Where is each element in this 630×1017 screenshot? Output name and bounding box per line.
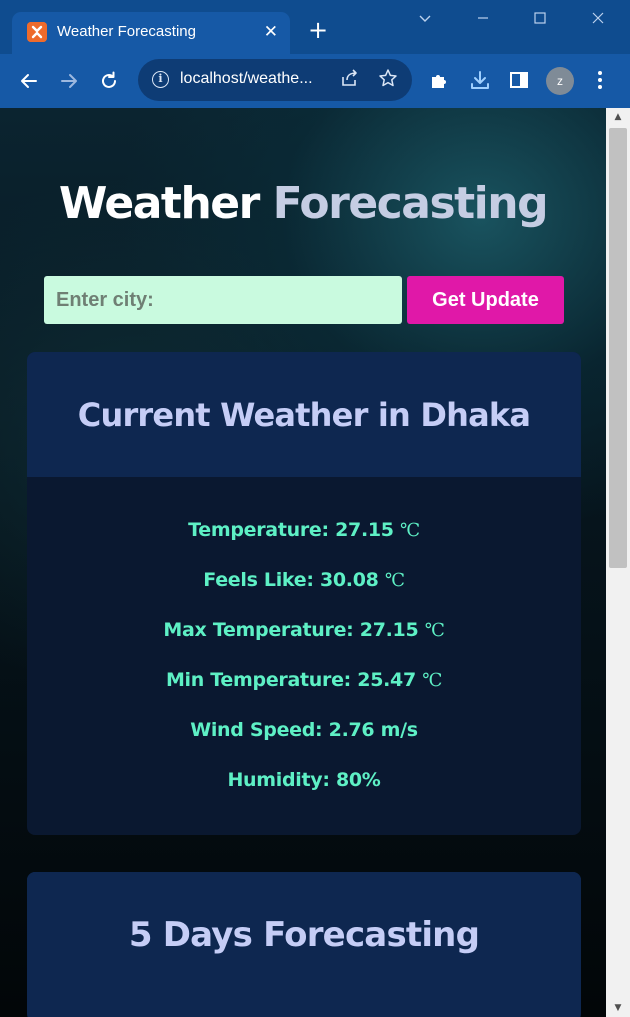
scrollbar-thumb[interactable] xyxy=(609,128,627,568)
forward-arrow-icon[interactable] xyxy=(56,68,82,94)
tab-search-chevron-icon[interactable] xyxy=(418,10,432,30)
window-close-icon[interactable] xyxy=(591,10,605,30)
browser-toolbar: i localhost/weathe... z xyxy=(0,54,630,108)
side-panel-icon[interactable] xyxy=(506,67,532,98)
xampp-favicon-icon xyxy=(27,22,47,42)
current-weather-card: Current Weather in Dhaka Temperature: 27… xyxy=(27,352,581,835)
page-title-part2: Forecasting xyxy=(272,178,549,229)
forecast-card: 5 Days Forecasting xyxy=(27,872,581,1017)
feels-like-row: Feels Like: 30.08 ℃ xyxy=(27,569,581,619)
current-weather-header: Current Weather in Dhaka xyxy=(27,352,581,477)
temperature-text: Temperature: 27.15 xyxy=(188,519,394,541)
get-update-button[interactable]: Get Update xyxy=(407,276,564,324)
page-title-part1: Weather xyxy=(58,178,260,229)
page-viewport: Weather Forecasting Get Update Current W… xyxy=(0,108,606,1017)
min-temperature-row: Min Temperature: 25.47 ℃ xyxy=(27,669,581,719)
city-search-input[interactable] xyxy=(44,276,402,324)
address-bar[interactable]: i localhost/weathe... xyxy=(138,59,412,101)
humidity-row: Humidity: 80% xyxy=(27,769,581,819)
weather-details-list: Temperature: 27.15 ℃ Feels Like: 30.08 ℃… xyxy=(27,477,581,819)
download-icon[interactable] xyxy=(467,67,493,99)
page-title: Weather Forecasting xyxy=(0,178,606,229)
forecast-header: 5 Days Forecasting xyxy=(27,872,581,997)
browser-tab[interactable]: Weather Forecasting ✕ xyxy=(12,12,290,54)
reload-icon[interactable] xyxy=(96,68,122,94)
humidity-text: Humidity: 80% xyxy=(227,769,381,791)
new-tab-icon[interactable]: + xyxy=(308,18,328,42)
site-info-icon[interactable]: i xyxy=(152,71,169,88)
min-temperature-text: Min Temperature: 25.47 xyxy=(165,669,416,691)
back-arrow-icon[interactable] xyxy=(16,68,42,94)
profile-avatar[interactable]: z xyxy=(546,67,574,95)
share-icon[interactable] xyxy=(340,68,360,94)
tab-title: Weather Forecasting xyxy=(57,23,196,40)
url-text[interactable]: localhost/weathe... xyxy=(180,70,313,88)
menu-kebab-icon[interactable] xyxy=(587,67,613,98)
bookmark-star-icon[interactable] xyxy=(378,68,398,94)
celsius-unit: ℃ xyxy=(400,520,420,541)
celsius-unit: ℃ xyxy=(424,620,445,641)
vertical-scrollbar[interactable]: ▲ ▼ xyxy=(606,108,630,1017)
maximize-icon[interactable] xyxy=(533,10,547,30)
extensions-puzzle-icon[interactable] xyxy=(426,67,452,98)
scroll-up-arrow-icon[interactable]: ▲ xyxy=(606,108,630,126)
wind-speed-row: Wind Speed: 2.76 m/s xyxy=(27,719,581,769)
wind-speed-text: Wind Speed: 2.76 m/s xyxy=(190,719,418,741)
forecast-heading: 5 Days Forecasting xyxy=(128,914,480,955)
current-weather-heading: Current Weather in Dhaka xyxy=(77,395,531,434)
temperature-row: Temperature: 27.15 ℃ xyxy=(27,519,581,569)
celsius-unit: ℃ xyxy=(422,670,443,691)
scroll-down-arrow-icon[interactable]: ▼ xyxy=(606,999,630,1017)
tab-close-icon[interactable]: ✕ xyxy=(264,22,278,42)
minimize-icon[interactable] xyxy=(476,10,490,30)
max-temperature-row: Max Temperature: 27.15 ℃ xyxy=(27,619,581,669)
max-temperature-text: Max Temperature: 27.15 xyxy=(163,619,419,641)
browser-tabbar: Weather Forecasting ✕ + xyxy=(0,0,630,54)
celsius-unit: ℃ xyxy=(384,570,405,591)
feels-like-text: Feels Like: 30.08 xyxy=(203,569,379,591)
